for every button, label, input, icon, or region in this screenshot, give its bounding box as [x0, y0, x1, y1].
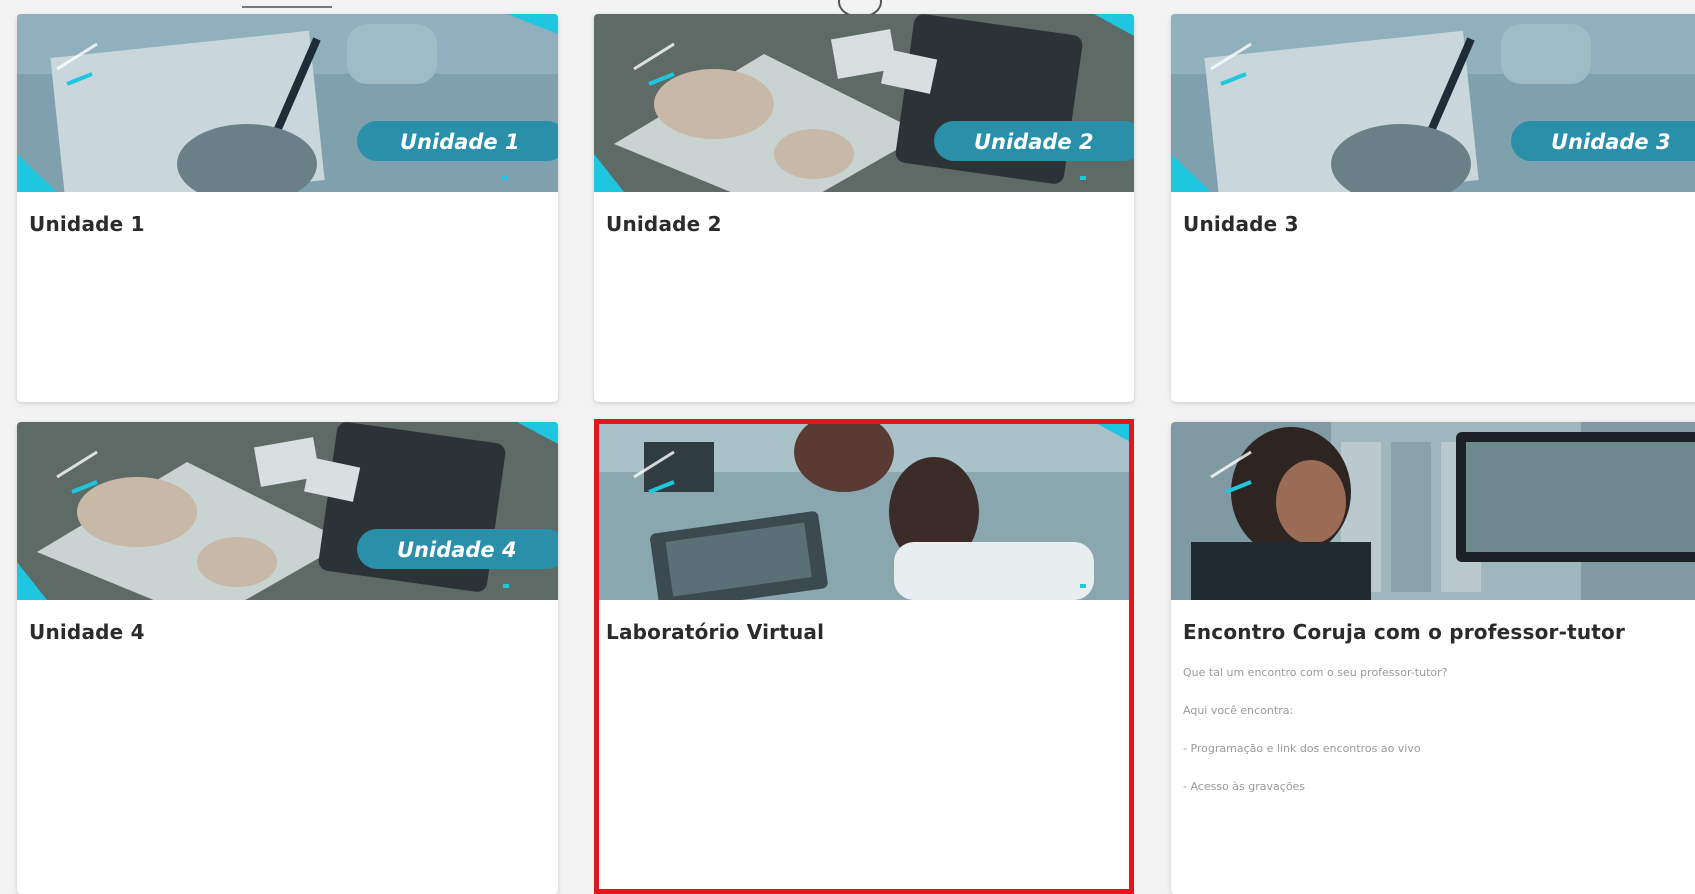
- virtual-lab-card[interactable]: Laboratório Virtual: [594, 422, 1134, 894]
- description-line: Aqui você encontra:: [1183, 704, 1294, 717]
- description-line: - Programação e link dos encontros ao vi…: [1183, 742, 1421, 755]
- unit-card-4[interactable]: Unidade 4 Unidade 4: [17, 422, 558, 894]
- unit-4-image: Unidade 4: [17, 422, 558, 600]
- unit-card-3[interactable]: Unidade 3 Unidade 3: [1171, 14, 1695, 402]
- unit-2-badge-text: Unidade 2: [974, 130, 1094, 154]
- description-line: - Acesso às gravações: [1183, 780, 1306, 793]
- unit-1-title[interactable]: Unidade 1: [29, 212, 145, 236]
- unit-4-title[interactable]: Unidade 4: [29, 620, 145, 644]
- tutor-meeting-image: [1171, 422, 1695, 600]
- unit-1-badge-text: Unidade 1: [400, 130, 520, 154]
- unit-2-title[interactable]: Unidade 2: [606, 212, 722, 236]
- unit-2-image: Unidade 2: [594, 14, 1134, 192]
- unit-card-1[interactable]: Unidade 1 Unidade 1: [17, 14, 558, 402]
- description-line: Que tal um encontro com o seu professor-…: [1183, 666, 1448, 679]
- unit-3-badge-text: Unidade 3: [1551, 130, 1671, 154]
- tutor-meeting-title[interactable]: Encontro Coruja com o professor-tutor: [1183, 620, 1625, 644]
- course-units-grid: Unidade 1 Unidade 1 Unidade 2 Unidade 2 …: [0, 0, 1695, 894]
- unit-card-2[interactable]: Unidade 2 Unidade 2: [594, 14, 1134, 402]
- unit-4-badge-text: Unidade 4: [397, 538, 517, 562]
- unit-1-image: Unidade 1: [17, 14, 558, 192]
- virtual-lab-title[interactable]: Laboratório Virtual: [606, 620, 824, 644]
- unit-3-image: Unidade 3: [1171, 14, 1695, 192]
- top-decoration: [242, 0, 332, 8]
- virtual-lab-image: [594, 422, 1134, 600]
- tutor-meeting-description: Que tal um encontro com o seu professor-…: [1183, 666, 1447, 818]
- unit-3-title[interactable]: Unidade 3: [1183, 212, 1299, 236]
- tutor-meeting-card[interactable]: Encontro Coruja com o professor-tutor Qu…: [1171, 422, 1695, 894]
